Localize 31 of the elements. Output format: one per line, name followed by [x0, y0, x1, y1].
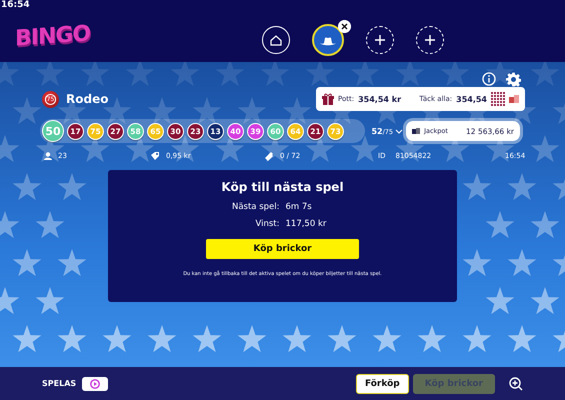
- game-name: Rodeo: [66, 92, 108, 106]
- info-value: 117,50 kr: [286, 219, 328, 229]
- panel-title: Köp till nästa spel: [221, 180, 344, 194]
- home-icon: [269, 33, 283, 47]
- ticket-icon: [265, 151, 274, 161]
- info-value: 6m 7s: [286, 202, 313, 212]
- grid-icon[interactable]: [491, 92, 505, 106]
- prebuy-button[interactable]: Förköp: [356, 374, 409, 394]
- tab[interactable]: [312, 24, 344, 56]
- info-icon[interactable]: [482, 72, 496, 86]
- play-icon: [90, 378, 100, 388]
- ball: 50: [42, 120, 64, 142]
- pot-value: 354,54 kr: [358, 94, 402, 104]
- info-label: Vinst:: [254, 219, 280, 229]
- settings-icon[interactable]: [506, 72, 521, 87]
- close-icon[interactable]: [338, 20, 351, 33]
- gift-icon: [322, 93, 334, 105]
- cover-value: 354,54: [456, 94, 487, 104]
- logo: BINGO: [15, 21, 90, 52]
- buy-tickets-button[interactable]: Köp brickor: [206, 239, 359, 259]
- plus-icon: [424, 34, 436, 46]
- person-icon: [44, 152, 52, 160]
- tickets-icon: [509, 94, 519, 104]
- status-time: 16:54: [1, 0, 30, 10]
- zoom-in-icon[interactable]: [509, 376, 523, 390]
- info-label: Nästa spel:: [230, 202, 280, 212]
- play-button[interactable]: [82, 376, 108, 390]
- tag-icon: [150, 151, 160, 161]
- tickets-icon: [412, 127, 420, 135]
- plus-icon: [374, 34, 386, 46]
- playing-label: SPELAS: [42, 379, 76, 388]
